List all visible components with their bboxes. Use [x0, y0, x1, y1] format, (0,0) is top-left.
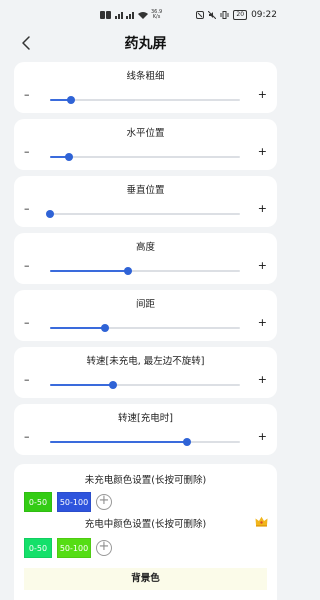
slider-fill [50, 384, 113, 386]
clock: 09:22 [251, 10, 277, 20]
slider-card-spacing: 间距 – + [14, 290, 277, 341]
page-title: 药丸屏 [124, 36, 167, 52]
charging-color-title: 充电中颜色设置(长按可删除) [84, 519, 207, 530]
slider-thumb[interactable] [66, 96, 75, 104]
slider-fill [50, 270, 128, 272]
increase-button[interactable]: + [258, 203, 267, 215]
slider-track[interactable] [46, 210, 240, 218]
slider-card-height: 高度 – + [14, 233, 277, 284]
decrease-button[interactable]: – [24, 317, 30, 329]
slider-track[interactable] [50, 381, 240, 389]
slider-label: 间距 [135, 299, 155, 310]
slider-fill [50, 441, 187, 443]
nfc-icon [196, 11, 205, 19]
decrease-button[interactable]: – [24, 431, 30, 443]
slider-card-speed-uncharged: 转速[未充电, 最左边不旋转] – + [14, 347, 277, 398]
decrease-button[interactable]: – [24, 146, 30, 158]
increase-button[interactable]: + [258, 89, 267, 101]
increase-button[interactable]: + [258, 317, 267, 329]
signal-icon [115, 12, 134, 19]
add-charging-color-button[interactable]: + [96, 540, 112, 556]
network-speed: 36.9 K/s [151, 10, 162, 20]
slider-label: 转速[未充电, 最左边不旋转] [86, 356, 205, 367]
color-chip-charging-50-100[interactable]: 50-100 [57, 538, 91, 558]
vibrate-icon [220, 11, 229, 19]
color-chip-charging-0-50[interactable]: 0-50 [24, 538, 52, 558]
slider-track[interactable] [50, 324, 240, 332]
slider-label: 水平位置 [126, 128, 165, 139]
crown-icon [255, 516, 268, 527]
wifi-icon [138, 12, 148, 19]
slider-thumb[interactable] [101, 324, 110, 332]
uncharged-color-title: 未充电颜色设置(长按可删除) [84, 475, 207, 486]
increase-button[interactable]: + [258, 374, 267, 386]
slider-label: 转速[充电时] [118, 413, 173, 424]
decrease-button[interactable]: – [24, 203, 30, 215]
color-chip-uncharged-0-50[interactable]: 0-50 [24, 492, 52, 512]
battery-indicator: 20 [233, 10, 248, 20]
color-chip-uncharged-50-100[interactable]: 50-100 [57, 492, 91, 512]
slider-card-vertical-position: 垂直位置 – + [14, 176, 277, 227]
slider-thumb[interactable] [182, 438, 191, 446]
decrease-button[interactable]: – [24, 374, 30, 386]
slider-track[interactable] [50, 267, 240, 275]
status-left: 36.9 K/s [100, 10, 162, 20]
slider-label: 垂直位置 [126, 185, 165, 196]
decrease-button[interactable]: – [24, 260, 30, 272]
speed-unit: K/s [152, 14, 161, 20]
slider-track[interactable] [50, 438, 240, 446]
slider-track[interactable] [50, 153, 240, 161]
increase-button[interactable]: + [258, 146, 267, 158]
header: 药丸屏 [0, 30, 291, 56]
slider-card-speed-charging: 转速[充电时] – + [14, 404, 277, 455]
status-bar: 36.9 K/s 20 09:22 [0, 0, 291, 30]
color-settings-card: 未充电颜色设置(长按可删除) 0-50 50-100 + 充电中颜色设置(长按可… [14, 464, 277, 600]
increase-button[interactable]: + [258, 260, 267, 272]
slider-thumb[interactable] [65, 153, 73, 161]
add-uncharged-color-button[interactable]: + [96, 494, 112, 510]
slider-card-line-width: 线条粗细 – + [14, 62, 277, 113]
slider-card-horizontal-position: 水平位置 – + [14, 119, 277, 170]
sim-icon [100, 11, 111, 19]
background-color-button[interactable]: 背景色 [24, 568, 267, 590]
slider-track[interactable] [50, 96, 240, 104]
slider-thumb[interactable] [123, 267, 132, 275]
slider-thumb[interactable] [108, 381, 117, 389]
slider-fill [50, 327, 106, 329]
slider-thumb[interactable] [46, 210, 54, 218]
decrease-button[interactable]: – [24, 89, 30, 101]
increase-button[interactable]: + [258, 431, 267, 443]
slider-label: 线条粗细 [126, 71, 165, 82]
slider-label: 高度 [135, 242, 155, 253]
status-right: 20 09:22 [196, 10, 277, 20]
mute-icon [208, 11, 217, 19]
